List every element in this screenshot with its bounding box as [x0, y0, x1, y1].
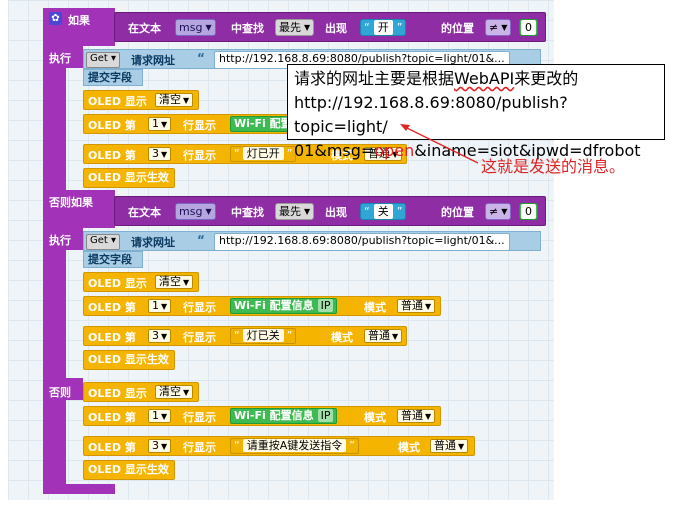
annotation-arrow	[400, 124, 479, 164]
annotation-note: 这就是发送的消息。	[481, 157, 626, 176]
